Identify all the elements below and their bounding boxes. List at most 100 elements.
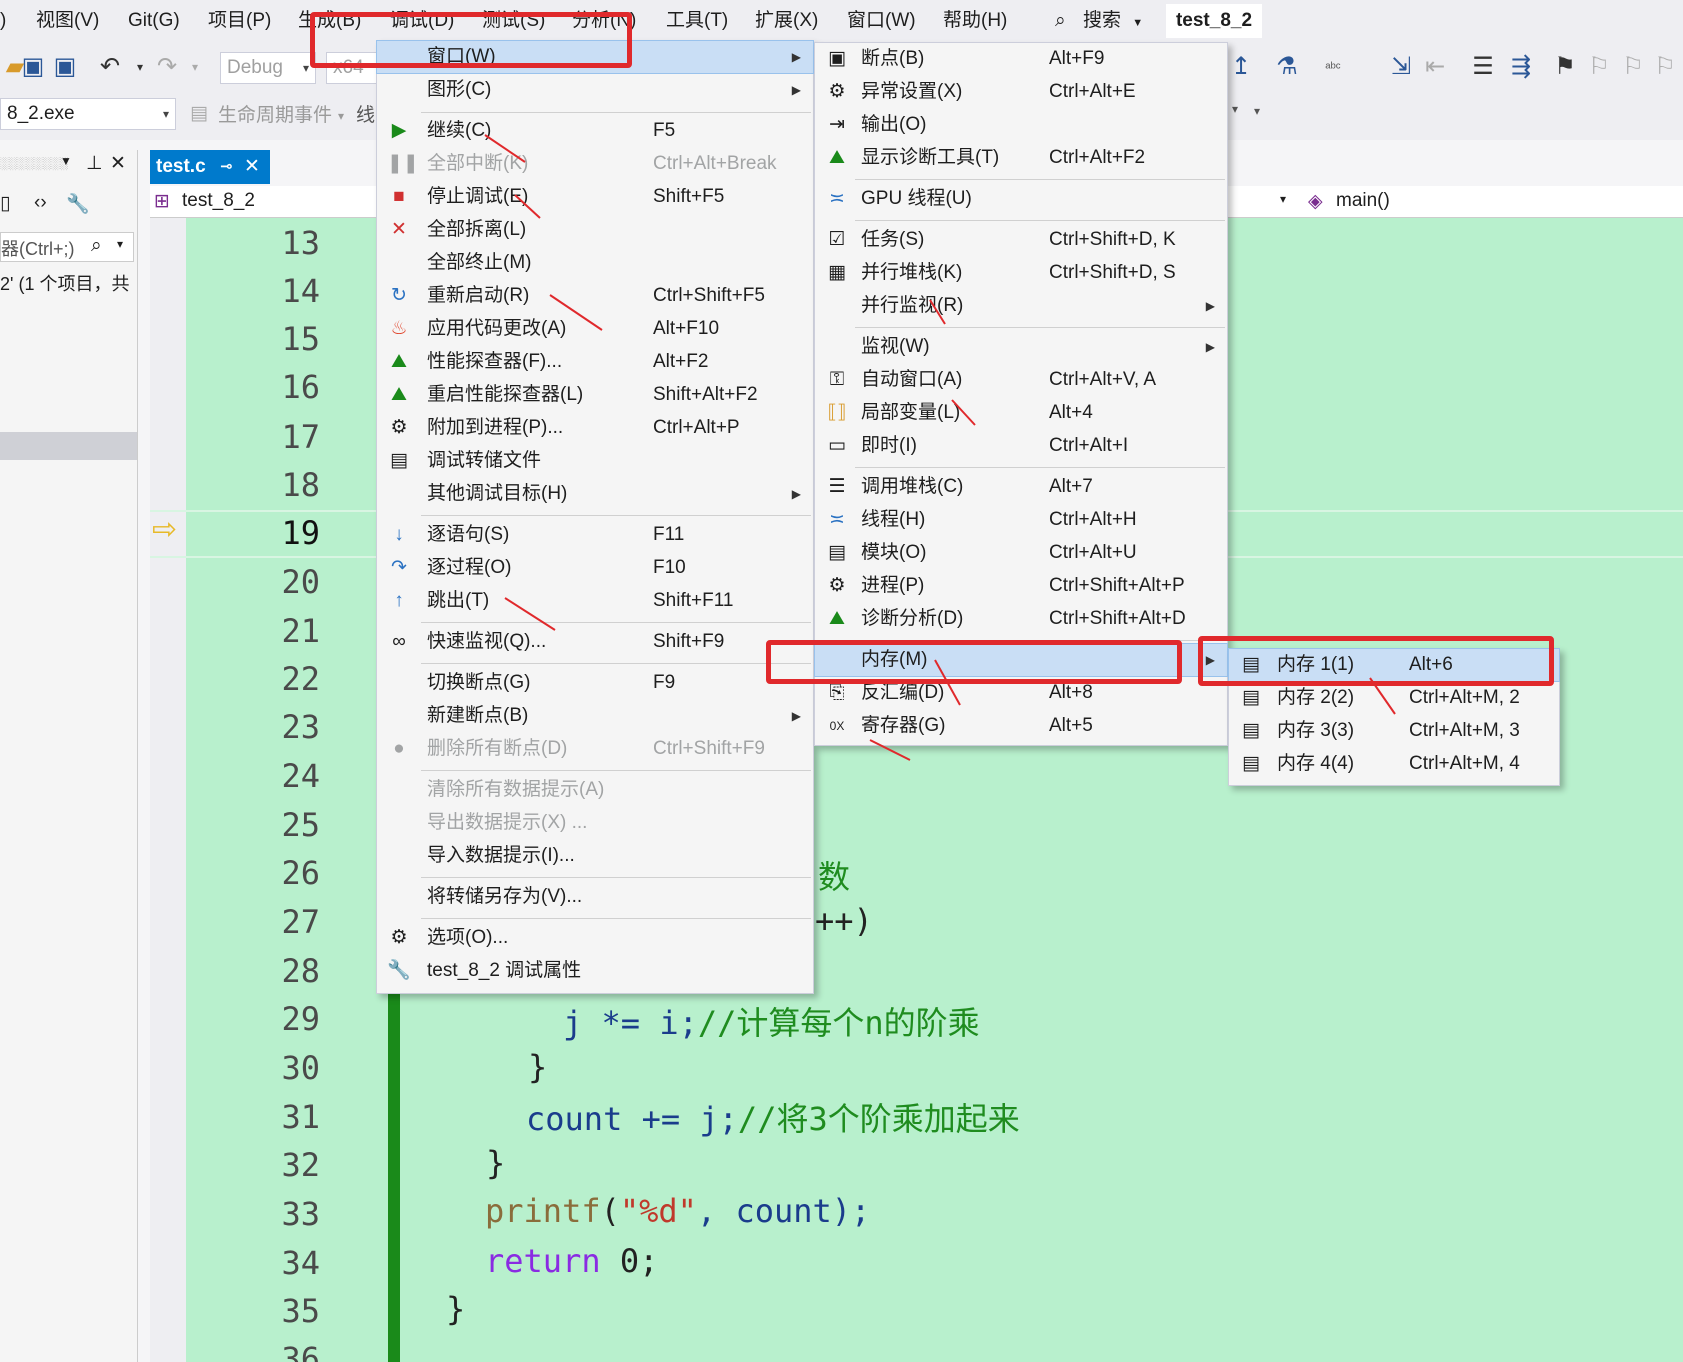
menu-item-breakpoints[interactable]: ▣ 断点(B) Alt+F9: [815, 43, 1227, 75]
menu-item-threads[interactable]: ≍ 线程(H) Ctrl+Alt+H: [815, 504, 1227, 536]
menu-item-apply-code-changes[interactable]: ♨ 应用代码更改(A) Alt+F10: [377, 313, 813, 345]
menu-item-attach-to-process[interactable]: ⚙ 附加到进程(P)... Ctrl+Alt+P: [377, 412, 813, 444]
comment-icon[interactable]: ☰: [1468, 52, 1498, 82]
menu-view[interactable]: 视图(V): [36, 0, 99, 42]
menu-project[interactable]: 项目(P): [208, 0, 271, 42]
project-scope-select[interactable]: test_8_2: [182, 190, 255, 212]
selected-tree-item[interactable]: [0, 432, 137, 460]
menu-item-options[interactable]: ⚙ 选项(O)...: [377, 922, 813, 954]
menu-item-debug-dump[interactable]: ▤ 调试转储文件: [377, 445, 813, 477]
menu-item-tasks[interactable]: ☑ 任务(S) Ctrl+Shift+D, K: [815, 224, 1227, 256]
menu-item-step-into[interactable]: ↓ 逐语句(S) F11: [377, 519, 813, 551]
bookmark-icon[interactable]: ⚑: [1550, 52, 1580, 82]
menu-item-export-datatips[interactable]: 导出数据提示(X) ...: [377, 807, 813, 839]
pin-icon[interactable]: ⊸: [220, 150, 233, 184]
spellcheck-icon[interactable]: ᵃᵇᶜ: [1318, 52, 1348, 82]
menu-item-other-targets[interactable]: 其他调试目标(H) ▶: [377, 478, 813, 510]
function-scope-select[interactable]: main(): [1336, 190, 1390, 212]
menu-item-watch[interactable]: 监视(W) ▶: [815, 331, 1227, 363]
uncomment-icon[interactable]: ⇶: [1506, 52, 1536, 82]
menu-item-quickwatch[interactable]: ∞ 快速监视(Q)... Shift+F9: [377, 626, 813, 658]
menu-item-debug-properties[interactable]: 🔧 test_8_2 调试属性: [377, 955, 813, 987]
memory-icon: ▤: [1242, 720, 1260, 741]
menu-item-graphics[interactable]: 图形(C) ▶: [377, 74, 813, 106]
redo-icon[interactable]: ↷: [152, 52, 182, 82]
menu-item-detach-all[interactable]: ✕ 全部拆离(L): [377, 214, 813, 246]
save-all-icon[interactable]: ▣: [50, 52, 80, 82]
menu-item-continue[interactable]: ▶ 继续(C) F5: [377, 115, 813, 147]
menu-item-memory-3[interactable]: ▤ 内存 3(3) Ctrl+Alt+M, 3: [1229, 715, 1559, 747]
menu-item-processes[interactable]: ⚙ 进程(P) Ctrl+Shift+Alt+P: [815, 570, 1227, 602]
tab-test-c[interactable]: test.c ⊸ ✕: [150, 150, 270, 184]
menu-item-break-all[interactable]: ❚❚ 全部中断(K) Ctrl+Alt+Break: [377, 148, 813, 180]
menu-item-clear-datatips[interactable]: 清除所有数据提示(A): [377, 774, 813, 806]
step-into-icon: ↓: [394, 524, 404, 545]
menu-item-memory-2[interactable]: ▤ 内存 2(2) Ctrl+Alt+M, 2: [1229, 682, 1559, 714]
prev-bookmark-icon[interactable]: ⚐: [1584, 52, 1614, 82]
redo-dropdown-icon[interactable]: ▾: [180, 52, 210, 82]
toolbar-overflow-icon[interactable]: ▾: [1254, 104, 1260, 118]
menu-item-gpu-threads[interactable]: ≍ GPU 线程(U): [815, 183, 1227, 215]
chevron-down-icon[interactable]: ▾: [1232, 102, 1238, 116]
undo-icon[interactable]: ↶: [95, 52, 125, 82]
solution-summary[interactable]: 2' (1 个项目，共: [0, 270, 129, 296]
breakpoint-gutter[interactable]: [150, 218, 186, 1362]
search-icon: ⌕: [1055, 10, 1066, 31]
menu-item-call-stack[interactable]: ☰ 调用堆栈(C) Alt+7: [815, 471, 1227, 503]
menu-item-parallel-watch[interactable]: 并行监视(R) ▶: [815, 290, 1227, 322]
menu-item-step-over[interactable]: ↷ 逐过程(O) F10: [377, 552, 813, 584]
menu-help[interactable]: 帮助(H): [943, 0, 1007, 42]
search-box[interactable]: ⌕ 搜索 ▼: [1055, 4, 1143, 38]
lifecycle-events-button[interactable]: 生命周期事件: [218, 100, 332, 132]
startup-item-select[interactable]: 8_2.exe ▾: [0, 98, 176, 130]
close-icon[interactable]: ✕: [244, 150, 260, 184]
menu-item-save-dump-as[interactable]: 将转储另存为(V)...: [377, 881, 813, 913]
menu-item-modules[interactable]: ▤ 模块(O) Ctrl+Alt+U: [815, 537, 1227, 569]
menu-window[interactable]: 窗口(W): [847, 0, 916, 42]
diagnostic-icon[interactable]: ⚗: [1272, 52, 1302, 82]
menu-item-locals[interactable]: ⟦⟧ 局部变量(L) Alt+4: [815, 397, 1227, 429]
wrench-icon[interactable]: 🔧: [66, 192, 90, 216]
menu-item-output[interactable]: ⇥ 输出(O): [815, 109, 1227, 141]
menu-item-performance-profiler[interactable]: ⛰ 性能探查器(F)... Alt+F2: [377, 346, 813, 378]
code-line-27: ++): [815, 902, 873, 940]
outdent-icon[interactable]: ⇤: [1420, 52, 1450, 82]
menu-item-new-breakpoint[interactable]: 新建断点(B) ▶: [377, 700, 813, 732]
menu-item-delete-all-breakpoints[interactable]: ● 删除所有断点(D) Ctrl+Shift+F9: [377, 733, 813, 765]
parallel-stacks-icon: ▦: [828, 262, 846, 283]
chevron-down-icon[interactable]: ▾: [1280, 192, 1286, 206]
solution-search-field[interactable]: 器(Ctrl+;) ⌕ ▾: [0, 232, 134, 262]
menu-item-toggle-breakpoint[interactable]: 切换断点(G) F9: [377, 667, 813, 699]
autos-icon: ⚿: [829, 369, 845, 390]
menu-extensions[interactable]: 扩展(X): [755, 0, 818, 42]
menu-tools[interactable]: 工具(T): [666, 0, 728, 42]
menu-item-diagnostic-analysis[interactable]: ⛰ 诊断分析(D) Ctrl+Shift+Alt+D: [815, 603, 1227, 635]
menu-git[interactable]: Git(G): [128, 0, 180, 42]
menu-item-immediate[interactable]: ▭ 即时(I) Ctrl+Alt+I: [815, 430, 1227, 462]
menu-item-stop-debugging[interactable]: ■ 停止调试(E) Shift+F5: [377, 181, 813, 213]
step-out-toolbar-icon[interactable]: ↥: [1226, 52, 1256, 82]
configuration-select[interactable]: Debug ▾: [220, 52, 316, 84]
profiler-restart-icon: ⛰: [391, 384, 407, 405]
home-icon[interactable]: ▯: [0, 192, 10, 215]
format-icon[interactable]: ⇲: [1386, 52, 1416, 82]
menu-item-parallel-stacks[interactable]: ▦ 并行堆栈(K) Ctrl+Shift+D, S: [815, 257, 1227, 289]
menu-item-step-out[interactable]: ↑ 跳出(T) Shift+F11: [377, 585, 813, 617]
menu-item-registers[interactable]: 0X 寄存器(G) Alt+5: [815, 710, 1227, 742]
pin-icon[interactable]: ⊥: [86, 152, 103, 175]
clear-bookmark-icon[interactable]: ⚐: [1650, 52, 1680, 82]
menu-item-memory-4[interactable]: ▤ 内存 4(4) Ctrl+Alt+M, 4: [1229, 748, 1559, 780]
menu-item-restart[interactable]: ↻ 重新启动(R) Ctrl+Shift+F5: [377, 280, 813, 312]
menu-item-exception-settings[interactable]: ⚙ 异常设置(X) Ctrl+Alt+E: [815, 76, 1227, 108]
menu-item-import-datatips[interactable]: 导入数据提示(I)...: [377, 840, 813, 872]
pane-menu-icon[interactable]: ▼: [60, 154, 72, 168]
menu-item-diagnostic-tools[interactable]: ⛰ 显示诊断工具(T) Ctrl+Alt+F2: [815, 142, 1227, 174]
menu-item-autos[interactable]: ⚿ 自动窗口(A) Ctrl+Alt+V, A: [815, 364, 1227, 396]
code-icon[interactable]: ‹›: [34, 192, 47, 214]
menu-item-relaunch-profiler[interactable]: ⛰ 重启性能探查器(L) Shift+Alt+F2: [377, 379, 813, 411]
undo-dropdown-icon[interactable]: ▾: [125, 52, 155, 82]
save-icon[interactable]: ▣: [18, 52, 48, 82]
menu-item-terminate-all[interactable]: 全部终止(M): [377, 247, 813, 279]
close-icon[interactable]: ✕: [110, 152, 126, 175]
next-bookmark-icon[interactable]: ⚐: [1618, 52, 1648, 82]
